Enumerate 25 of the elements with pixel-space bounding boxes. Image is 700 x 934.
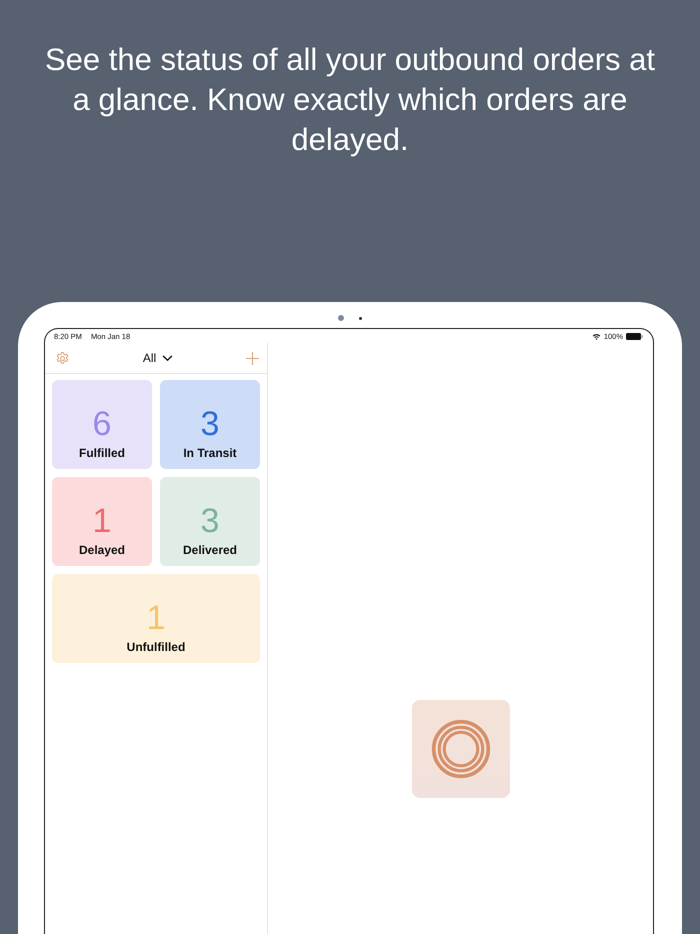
status-tile[interactable]: 1 Delayed: [52, 477, 152, 566]
order-count: 3: [200, 501, 220, 541]
settings-icon[interactable]: [55, 350, 70, 366]
status-label: Delayed: [78, 543, 126, 557]
filter-dropdown[interactable]: All: [142, 351, 174, 365]
status-label: In Transit: [183, 446, 237, 460]
battery-icon: [626, 332, 643, 340]
order-count: 1: [146, 598, 166, 638]
wifi-icon: [592, 332, 601, 340]
status-label: Unfulfilled: [126, 640, 186, 654]
status-tile[interactable]: 3 In Transit: [160, 380, 260, 469]
sensor-icon: [359, 316, 362, 320]
app-logo-icon: [412, 700, 510, 798]
headline: See the status of all your outbound orders at a glance. Know exactly which orders are delayed.: [44, 41, 656, 159]
status-tile[interactable]: 6 Fulfilled: [52, 380, 152, 469]
status-tile[interactable]: 3 Delivered: [160, 477, 260, 566]
order-count: 1: [92, 501, 112, 541]
status-label: Delivered: [182, 543, 238, 557]
order-count: 3: [200, 404, 220, 444]
camera-icon: [338, 315, 344, 321]
order-count: 6: [92, 404, 112, 444]
add-icon[interactable]: [246, 352, 259, 364]
status-label: Fulfilled: [79, 446, 125, 460]
chevron-down-icon: [162, 354, 174, 362]
status-tile[interactable]: 1 Unfulfilled: [52, 574, 260, 663]
